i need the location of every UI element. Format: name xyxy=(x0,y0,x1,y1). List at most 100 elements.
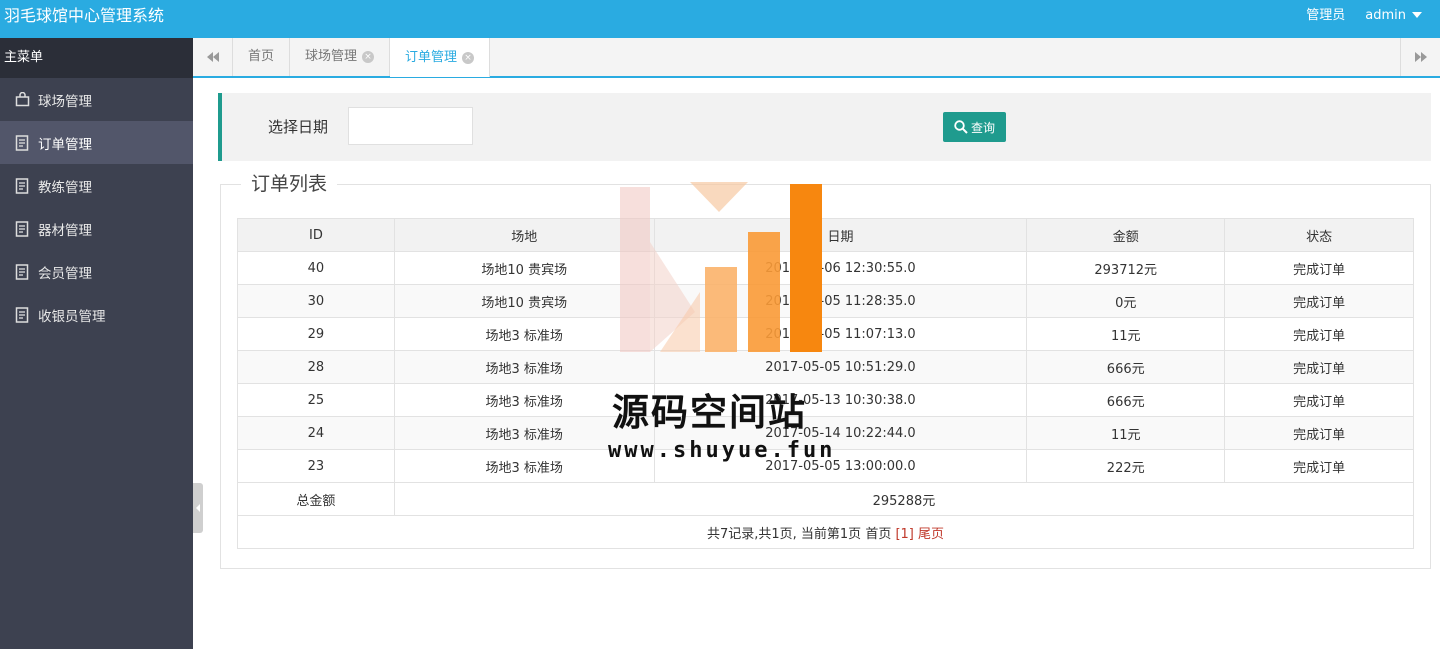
table-cell: 2017-05-05 11:28:35.0 xyxy=(653,284,1028,318)
table-body: 40 场地10 贵宾场 2017-05-06 12:30:55.0 293712元 完成… xyxy=(237,251,1414,483)
tab-1[interactable]: 首页 xyxy=(233,38,291,76)
table-cell: 完成订单 xyxy=(1224,350,1414,384)
table-cell: 完成订单 xyxy=(1224,317,1414,351)
table-cell: 2017-05-14 10:22:44.0 xyxy=(653,416,1028,450)
table-cell: 2017-05-05 11:07:13.0 xyxy=(653,317,1028,351)
tabs-bar: 首页 球场管理 × 订单管理 × xyxy=(193,38,1440,78)
table-cell: 2017-05-06 12:30:55.0 xyxy=(653,251,1028,285)
document-icon xyxy=(14,220,30,237)
sidebar-item-label: 球场管理 xyxy=(38,93,92,110)
sidebar: 主菜单 球场管理订单管理教练管理器材管理会员管理收银员管理 xyxy=(0,38,193,649)
table-header-row: ID 场地 日期 金额 状态 xyxy=(237,218,1414,252)
document-icon xyxy=(14,134,30,151)
table-cell: 场地3 标准场 xyxy=(393,383,655,417)
tabs-scroll-right-button[interactable] xyxy=(1400,38,1440,76)
query-button-label: 查询 xyxy=(970,120,995,135)
date-label: 选择日期 xyxy=(268,118,329,136)
table-cell: 40 xyxy=(237,251,395,285)
total-value: 295288元 xyxy=(393,482,1415,516)
role-label: 管理员 xyxy=(1306,8,1346,23)
tab-label: 订单管理 xyxy=(405,49,458,65)
document-icon xyxy=(14,177,30,194)
document-icon xyxy=(14,263,30,280)
double-right-arrow-icon xyxy=(1414,52,1427,62)
close-icon[interactable]: × xyxy=(462,51,475,64)
caret-down-icon xyxy=(1412,11,1422,18)
pager-last-link[interactable]: 尾页 xyxy=(918,527,944,542)
total-row: 总金额 295288元 xyxy=(237,482,1415,516)
date-input[interactable] xyxy=(348,107,473,145)
table-cell: 293712元 xyxy=(1026,251,1226,285)
table-cell: 完成订单 xyxy=(1224,416,1414,450)
sidebar-item-5[interactable]: 会员管理 xyxy=(0,250,193,293)
order-list-legend: 订单列表 xyxy=(241,173,338,195)
top-header: 羽毛球馆中心管理系统 管理员 admin xyxy=(0,0,1440,38)
sidebar-item-label: 订单管理 xyxy=(38,136,92,153)
table-cell: 场地3 标准场 xyxy=(393,449,655,483)
table-cell: 28 xyxy=(237,350,395,384)
app-title: 羽毛球馆中心管理系统 xyxy=(4,6,165,25)
order-list-panel: 订单列表 ID 场地 日期 金额 状态 40 场地10 贵宾场 2017-05-06 12:… xyxy=(220,173,1431,569)
pager: 共7记录,共1页, 当前第1页 首页 [1] 尾页 xyxy=(237,515,1414,549)
table-row: 28 场地3 标准场 2017-05-05 10:51:29.0 666元 完成订单 xyxy=(237,350,1414,384)
table-cell: 666元 xyxy=(1026,350,1226,384)
pager-row: 共7记录,共1页, 当前第1页 首页 [1] 尾页 xyxy=(237,515,1414,549)
table-cell: 11元 xyxy=(1026,317,1226,351)
table-row: 24 场地3 标准场 2017-05-14 10:22:44.0 11元 完成订单 xyxy=(237,416,1414,450)
table-row: 30 场地10 贵宾场 2017-05-05 11:28:35.0 0元 完成订单 xyxy=(237,284,1414,318)
column-header: 状态 xyxy=(1224,218,1414,252)
document-icon xyxy=(14,306,30,323)
table-cell: 25 xyxy=(237,383,395,417)
pager-first-link[interactable]: 首页 xyxy=(865,527,891,542)
table-cell: 完成订单 xyxy=(1224,383,1414,417)
sidebar-item-label: 收银员管理 xyxy=(38,308,106,325)
close-icon[interactable]: × xyxy=(362,51,375,63)
table-cell: 场地10 贵宾场 xyxy=(393,251,655,285)
tab-2[interactable]: 球场管理 × xyxy=(290,38,391,76)
pager-current-page[interactable]: [1] xyxy=(891,527,918,542)
column-header: 场地 xyxy=(393,218,655,252)
pager-summary: 共7记录,共1页, 当前第1页 xyxy=(706,526,866,542)
user-area: 管理员 admin xyxy=(1306,0,1422,38)
table-row: 29 场地3 标准场 2017-05-05 11:07:13.0 11元 完成订单 xyxy=(237,317,1414,351)
table-cell: 222元 xyxy=(1026,449,1226,483)
table-cell: 0元 xyxy=(1026,284,1226,318)
column-header: 金额 xyxy=(1026,218,1226,252)
table-cell: 23 xyxy=(237,449,395,483)
table-cell: 场地3 标准场 xyxy=(393,317,655,351)
user-menu[interactable]: admin xyxy=(1365,0,1422,32)
tabs: 首页 球场管理 × 订单管理 × xyxy=(233,38,491,77)
table-cell: 完成订单 xyxy=(1224,449,1414,483)
table-cell: 29 xyxy=(237,317,395,351)
sidebar-item-6[interactable]: 收银员管理 xyxy=(0,293,193,336)
table-cell: 2017-05-05 10:51:29.0 xyxy=(653,350,1028,384)
table-cell: 666元 xyxy=(1026,383,1226,417)
table-cell: 场地10 贵宾场 xyxy=(393,284,655,318)
sidebar-item-1[interactable]: 球场管理 xyxy=(0,78,193,121)
tabs-scroll-left-button[interactable] xyxy=(193,38,233,76)
table-row: 23 场地3 标准场 2017-05-05 13:00:00.0 222元 完成订单 xyxy=(237,449,1414,483)
sidebar-title: 主菜单 xyxy=(0,38,193,78)
table-cell: 2017-05-05 13:00:00.0 xyxy=(653,449,1028,483)
double-left-arrow-icon xyxy=(206,52,219,62)
sidebar-item-2[interactable]: 订单管理 xyxy=(0,121,193,164)
table-cell: 完成订单 xyxy=(1224,251,1414,285)
sidebar-collapse-handle[interactable] xyxy=(193,483,203,533)
query-button[interactable]: 查询 xyxy=(943,112,1006,142)
column-header: 日期 xyxy=(653,218,1028,252)
tab-label: 球场管理 xyxy=(305,49,358,64)
sidebar-menu: 球场管理订单管理教练管理器材管理会员管理收银员管理 xyxy=(0,78,193,336)
table-row: 40 场地10 贵宾场 2017-05-06 12:30:55.0 293712元 完成… xyxy=(237,251,1414,285)
tab-3[interactable]: 订单管理 × xyxy=(390,38,491,77)
sidebar-item-3[interactable]: 教练管理 xyxy=(0,164,193,207)
search-panel: 选择日期 查询 xyxy=(218,93,1431,161)
column-header: ID xyxy=(237,218,395,252)
orders-table: ID 场地 日期 金额 状态 40 场地10 贵宾场 2017-05-06 12:30:55… xyxy=(237,218,1415,549)
table-cell: 场地3 标准场 xyxy=(393,416,655,450)
table-cell: 11元 xyxy=(1026,416,1226,450)
username: admin xyxy=(1365,8,1406,23)
table-cell: 24 xyxy=(237,416,395,450)
tab-label: 首页 xyxy=(248,49,275,64)
sidebar-item-4[interactable]: 器材管理 xyxy=(0,207,193,250)
sidebar-item-label: 器材管理 xyxy=(38,222,92,239)
